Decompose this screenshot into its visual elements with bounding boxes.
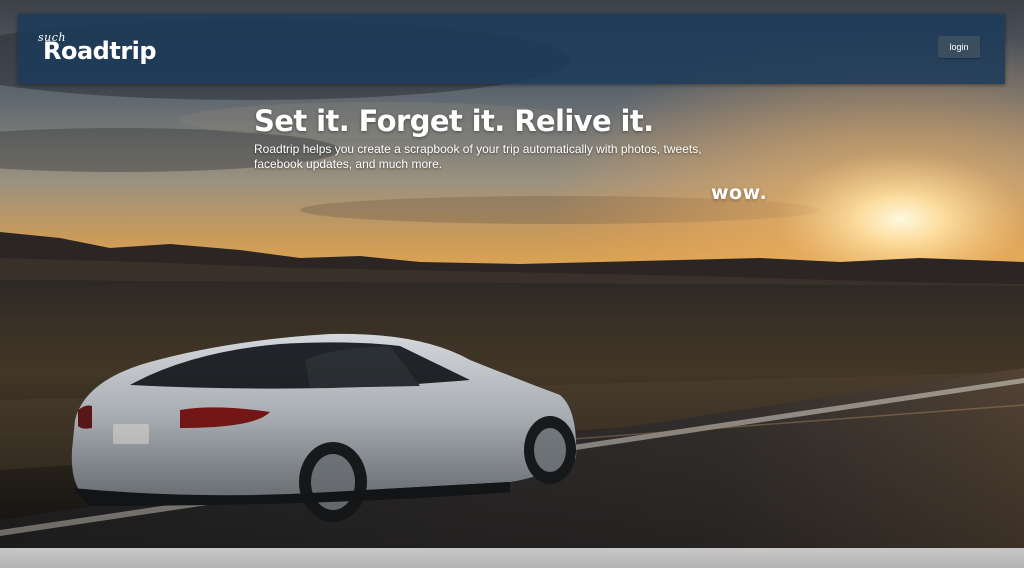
hero-wow-text: wow. — [711, 182, 768, 204]
hero-tagline: Roadtrip helps you create a scrapbook of… — [254, 142, 702, 171]
login-button[interactable]: login — [938, 36, 980, 58]
brand-name: Roadtrip — [43, 37, 157, 65]
top-navbar: such Roadtrip login — [18, 14, 1005, 84]
page-footer-strip — [0, 548, 1024, 568]
hero-headline: Set it. Forget it. Relive it. — [254, 104, 654, 138]
